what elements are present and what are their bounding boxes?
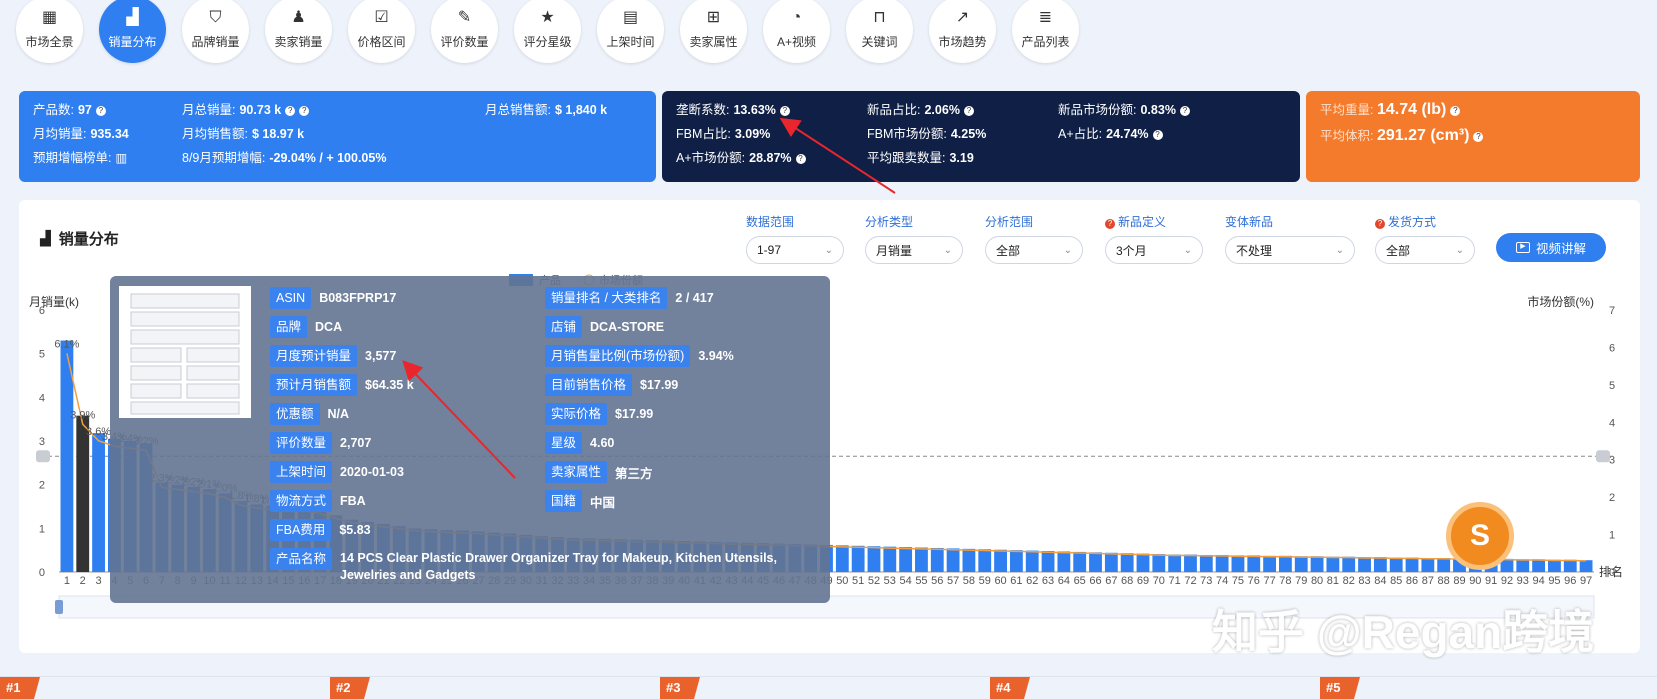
rank-badge: #3: [660, 677, 700, 699]
annotation-arrows: [402, 117, 896, 479]
rank-badge: #1: [0, 677, 40, 699]
divider: [0, 676, 1657, 677]
red-arrow: [402, 360, 516, 479]
rank-badge: #2: [330, 677, 370, 699]
watermark-text: 知乎 @Regan跨境: [1212, 606, 1595, 658]
sorftime-logo: S: [1446, 502, 1514, 570]
rank-badge: #4: [990, 677, 1030, 699]
red-arrow: [779, 117, 896, 194]
rank-badge: #5: [1320, 677, 1360, 699]
